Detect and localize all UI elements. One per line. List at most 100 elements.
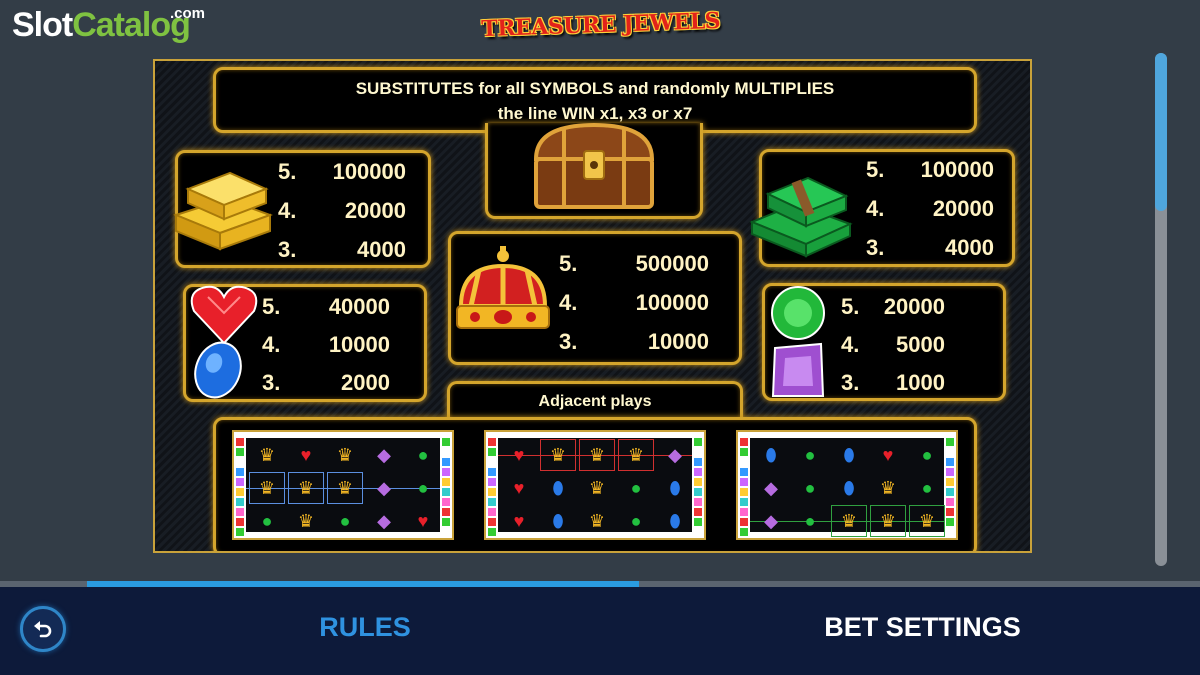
crown-symbol-icon: ♛ <box>588 477 606 498</box>
crown-symbol-icon: ♛ <box>588 510 606 531</box>
paytable-box-emerald-amethyst: 5. 20000 4. 5000 3. 1000 <box>762 283 1006 401</box>
emerald-symbol-icon: ● <box>261 510 273 531</box>
payline-marker <box>236 488 244 496</box>
payline-marker <box>740 518 748 526</box>
payline-marker <box>740 528 748 536</box>
payline-marker <box>946 468 954 476</box>
payline-marker <box>236 518 244 526</box>
payline-marker <box>694 458 702 466</box>
heart-symbol-icon: ♥ <box>513 477 525 498</box>
payline-marker <box>442 448 450 456</box>
payline-marker <box>946 508 954 516</box>
payline-marker <box>442 468 450 476</box>
crown-symbol-icon: ♛ <box>618 439 654 471</box>
crown-symbol-icon: ♛ <box>540 439 576 471</box>
crown-symbol-icon: ♛ <box>288 472 324 504</box>
paytable-box-cash: 5. 100000 4. 20000 3. 4000 <box>749 149 1015 267</box>
payout-value: 20000 <box>932 196 994 221</box>
game-logo: TREASURE JEWELS <box>480 7 721 43</box>
amethyst-symbol-icon: ◆ <box>668 444 682 465</box>
payline-marker <box>488 488 496 496</box>
paytable-box-heart-sapphire: 5. 40000 4. 10000 3. 2000 <box>183 284 427 402</box>
symbol-count: 3. <box>262 370 281 395</box>
sapphire-symbol-icon: ⬮ <box>552 510 564 531</box>
payline-marker <box>694 528 702 536</box>
payline-marker <box>442 508 450 516</box>
payout-value: 40000 <box>328 294 390 319</box>
payline-marker <box>442 488 450 496</box>
symbol-count: 4. <box>559 290 578 315</box>
payout-value: 10000 <box>328 332 390 357</box>
payline-marker <box>442 438 450 446</box>
crown-symbol-icon: ♛ <box>258 444 276 465</box>
tab-bet-settings[interactable]: BET SETTINGS <box>800 612 1045 643</box>
payline-marker <box>946 458 954 466</box>
crown-symbol-icon: ♛ <box>249 472 285 504</box>
crown-symbol-icon: ♛ <box>909 505 945 537</box>
sapphire-symbol-icon: ⬮ <box>843 477 855 498</box>
heart-symbol-icon: ♥ <box>882 444 894 465</box>
payline-marker <box>236 458 244 466</box>
payout-value: 2000 <box>341 370 390 395</box>
tab-rules[interactable]: RULES <box>300 612 430 643</box>
reel-area: ♛ ♥ ♛ ◆ ● ♛ ♛ ♛ ◆ ● ● ♛ ● ◆ ♥ <box>246 438 440 532</box>
adjacent-plays-title: Adjacent plays <box>538 393 652 410</box>
payline-marker <box>740 458 748 466</box>
payout-value: 100000 <box>635 290 709 315</box>
emerald-symbol-icon: ● <box>921 444 933 465</box>
crown-symbol-icon: ♛ <box>879 477 897 498</box>
payline-marker <box>236 478 244 486</box>
payline-marker <box>236 468 244 476</box>
symbol-count: 3. <box>559 329 578 354</box>
emerald-symbol-icon: ● <box>417 444 429 465</box>
payline-marker <box>442 518 450 526</box>
symbol-count: 4. <box>841 332 860 357</box>
emerald-symbol-icon: ● <box>417 477 429 498</box>
payline-marker <box>442 478 450 486</box>
payline-marker <box>236 448 244 456</box>
payline-marker <box>740 438 748 446</box>
paytable-box-gold: 5. 100000 4. 20000 3. 4000 <box>173 150 431 268</box>
payout-value: 20000 <box>344 198 406 223</box>
crown-symbol-icon: ♛ <box>579 439 615 471</box>
payline-marker <box>488 508 496 516</box>
payline-marker <box>946 518 954 526</box>
payout-value: 4000 <box>357 237 406 262</box>
wild-description-line1: SUBSTITUTES for all SYMBOLS and randomly… <box>355 79 835 98</box>
adjacent-example-grid: ♥ ♛ ♛ ♛ ◆ ♥ ⬮ ♛ ● ⬮ ♥ ⬮ ♛ ● ⬮ <box>484 430 706 540</box>
payout-value: 100000 <box>920 157 994 182</box>
crown-symbol-icon: ♛ <box>336 444 354 465</box>
treasure-chest-icon <box>533 122 655 209</box>
symbol-count: 5. <box>278 159 297 184</box>
payline-marker <box>946 478 954 486</box>
payline-marker <box>740 478 748 486</box>
sapphire-symbol-icon: ⬮ <box>669 510 681 531</box>
payline-marker <box>946 498 954 506</box>
watermark-suffix: .com <box>170 5 206 22</box>
adjacent-example-grid: ⬮ ● ⬮ ♥ ● ◆ ● ⬮ ♛ ● ◆ ● ♛ ♛ ♛ <box>736 430 958 540</box>
symbol-count: 5. <box>841 294 860 319</box>
payline-marker <box>740 498 748 506</box>
slotcatalog-watermark: SlotCatalog .com <box>12 6 205 42</box>
red-heart-gem-icon <box>190 285 258 345</box>
amethyst-symbol-icon: ◆ <box>377 444 391 465</box>
back-button[interactable] <box>20 606 66 652</box>
crown-symbol-icon: ♛ <box>870 505 906 537</box>
paytable-panel: SUBSTITUTES for all SYMBOLS and randomly… <box>153 59 1032 553</box>
payline-marker <box>946 488 954 496</box>
scrollbar-thumb[interactable] <box>1155 53 1167 211</box>
crown-symbol-icon: ♛ <box>831 505 867 537</box>
emerald-symbol-icon: ● <box>921 477 933 498</box>
payline-marker <box>236 528 244 536</box>
payline-marker <box>488 448 496 456</box>
payline-marker <box>236 498 244 506</box>
purple-amethyst-icon <box>771 342 825 397</box>
payline-marker <box>694 508 702 516</box>
symbol-count: 5. <box>866 157 885 182</box>
amethyst-symbol-icon: ◆ <box>764 477 778 498</box>
payline-marker <box>694 488 702 496</box>
symbol-count: 4. <box>262 332 281 357</box>
symbol-count: 4. <box>278 198 297 223</box>
payout-value: 10000 <box>647 329 709 354</box>
symbol-count: 3. <box>841 370 860 395</box>
